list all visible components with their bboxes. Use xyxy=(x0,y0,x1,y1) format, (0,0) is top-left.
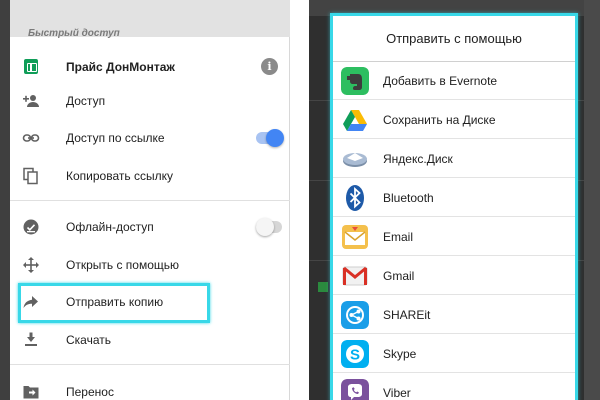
divider xyxy=(10,364,290,365)
share-dialog: Отправить с помощью Добавить в Evernote … xyxy=(333,16,575,400)
menu-label: Открыть с помощью xyxy=(66,258,180,272)
menu-item-access[interactable]: Доступ xyxy=(10,84,290,118)
share-option-bluetooth[interactable]: Bluetooth xyxy=(333,179,575,217)
share-option-yandex-disk[interactable]: Яндекс.Диск xyxy=(333,140,575,178)
yandex-disk-icon xyxy=(343,153,367,167)
share-screen-right-edge xyxy=(584,0,600,400)
share-option-evernote[interactable]: Добавить в Evernote xyxy=(333,62,575,100)
folder-move-icon xyxy=(23,386,39,399)
email-icon xyxy=(342,225,368,249)
menu-label: Скачать xyxy=(66,333,111,347)
menu-item-copy-link[interactable]: Копировать ссылку xyxy=(10,159,290,193)
share-option-label: Яндекс.Диск xyxy=(383,152,453,166)
menu-item-link-access[interactable]: Доступ по ссылке xyxy=(10,121,290,155)
quick-access-title: Быстрый доступ xyxy=(28,28,120,39)
file-actions-sheet: Быстрый доступ Прайс ДонМонтаж i Доступ … xyxy=(10,0,290,400)
share-option-label: Bluetooth xyxy=(383,191,434,205)
info-icon[interactable]: i xyxy=(261,58,278,75)
share-screen-top-bar xyxy=(309,0,600,16)
offline-toggle[interactable] xyxy=(256,218,282,236)
person-add-icon xyxy=(23,95,39,107)
svg-text:S: S xyxy=(350,347,360,364)
share-option-google-drive[interactable]: Сохранить на Диске xyxy=(333,101,575,139)
share-option-label: Gmail xyxy=(383,269,415,283)
quick-access-header: Быстрый доступ xyxy=(10,0,290,39)
google-drive-icon xyxy=(343,110,367,131)
divider xyxy=(10,200,290,201)
share-option-skype[interactable]: S Skype xyxy=(333,335,575,373)
menu-label: Копировать ссылку xyxy=(66,169,173,183)
menu-label: Офлайн-доступ xyxy=(66,220,154,234)
toggle-knob xyxy=(266,129,284,147)
copy-icon xyxy=(23,167,38,185)
menu-item-open-with[interactable]: Открыть с помощью xyxy=(10,248,290,282)
move-arrows-icon xyxy=(23,257,39,273)
share-option-label: Сохранить на Диске xyxy=(383,113,496,127)
share-option-gmail[interactable]: Gmail xyxy=(333,257,575,295)
share-option-email[interactable]: Email xyxy=(333,218,575,256)
share-option-label: SHAREit xyxy=(383,308,431,322)
download-icon xyxy=(25,332,37,346)
menu-label: Перенос xyxy=(66,385,114,399)
share-option-shareit[interactable]: SHAREit xyxy=(333,296,575,334)
share-option-viber[interactable]: Viber xyxy=(333,374,575,400)
document-header: Прайс ДонМонтаж i xyxy=(10,52,290,82)
offline-check-icon xyxy=(23,219,39,235)
background-sheet-mark xyxy=(318,282,328,292)
skype-icon: S xyxy=(341,340,369,368)
bluetooth-icon xyxy=(346,185,364,211)
share-option-label: Добавить в Evernote xyxy=(383,74,498,88)
link-icon xyxy=(22,134,40,142)
menu-item-download[interactable]: Скачать xyxy=(10,323,290,357)
menu-label: Доступ по ссылке xyxy=(66,131,165,145)
share-option-label: Skype xyxy=(383,347,417,361)
shareit-icon xyxy=(341,301,369,329)
toggle-knob xyxy=(256,218,274,236)
panel-gap xyxy=(291,0,309,400)
menu-item-offline[interactable]: Офлайн-доступ xyxy=(10,210,290,244)
viber-icon xyxy=(341,379,369,400)
share-option-label: Viber xyxy=(383,386,411,400)
left-background xyxy=(0,0,10,400)
evernote-icon xyxy=(341,67,369,95)
share-dialog-title: Отправить с помощью xyxy=(333,16,575,62)
link-access-toggle[interactable] xyxy=(256,129,284,147)
sheets-icon xyxy=(24,59,38,74)
gmail-icon xyxy=(342,266,368,286)
menu-label: Доступ xyxy=(66,94,106,108)
share-option-label: Email xyxy=(383,230,414,244)
document-title: Прайс ДонМонтаж xyxy=(66,60,175,74)
send-copy-highlight xyxy=(18,283,210,323)
menu-item-move[interactable]: Перенос xyxy=(10,375,290,400)
